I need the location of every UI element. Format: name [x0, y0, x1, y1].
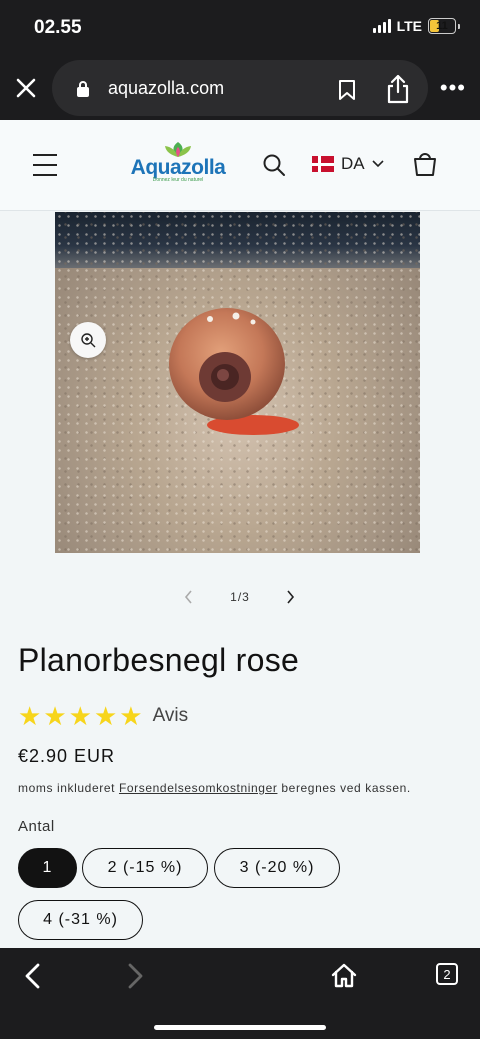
chevron-down-icon — [372, 160, 384, 168]
product-rating[interactable]: ★ ★ ★ ★ ★ Avis — [18, 703, 188, 729]
shipping-costs-link[interactable]: Forsendelsesomkostninger — [119, 781, 277, 795]
gallery-counter: 1/3 — [230, 590, 250, 604]
web-page: Aquazolla Donnez leur du naturel DA 1/3 … — [0, 120, 480, 948]
tax-note: moms inkluderet Forsendelsesomkostninger… — [18, 781, 411, 795]
site-logo[interactable]: Aquazolla Donnez leur du naturel — [130, 142, 226, 186]
zoom-in-icon — [81, 333, 96, 348]
star-icon: ★ — [68, 701, 92, 731]
chevron-right-icon — [287, 590, 295, 604]
zoom-button[interactable] — [70, 322, 106, 358]
bookmark-icon[interactable] — [338, 79, 356, 106]
home-icon[interactable] — [331, 962, 357, 993]
tax-suffix: beregnes ved kassen. — [281, 781, 411, 795]
status-bar: 02.55 LTE 11 — [0, 0, 480, 56]
status-time: 02.55 — [34, 17, 82, 38]
star-icon: ★ — [93, 701, 118, 731]
lock-icon — [76, 80, 90, 103]
site-header: Aquazolla Donnez leur du naturel DA — [0, 120, 480, 211]
product-price: €2.90 EUR — [18, 746, 116, 766]
battery-icon: 11 — [428, 18, 456, 34]
network-type: LTE — [396, 18, 422, 34]
product-image[interactable] — [55, 212, 420, 553]
quantity-option-3[interactable]: 3 (-20 %) — [214, 848, 340, 888]
quantity-option-1[interactable]: 1 — [18, 848, 77, 888]
star-icon: ★ — [119, 701, 143, 731]
url-text: aquazolla.com — [108, 78, 225, 98]
url-field[interactable]: aquazolla.com — [52, 60, 428, 116]
gallery-pager: 1/3 — [0, 586, 480, 610]
battery-level: 11 — [436, 20, 448, 32]
language-code: DA — [341, 154, 365, 173]
menu-icon[interactable] — [33, 154, 57, 176]
product-title: Planorbesnegl rose — [18, 642, 300, 678]
back-icon[interactable] — [22, 962, 44, 995]
gallery-next-button[interactable] — [283, 586, 299, 613]
snail-illustration — [169, 308, 299, 435]
tax-prefix: moms inkluderet — [18, 781, 116, 795]
browser-toolbar: 2 — [0, 948, 480, 1039]
home-indicator — [154, 1025, 326, 1030]
denmark-flag-icon — [312, 156, 334, 172]
close-icon[interactable] — [14, 76, 38, 100]
search-icon[interactable] — [262, 153, 286, 182]
quantity-option-4[interactable]: 4 (-31 %) — [18, 900, 143, 940]
more-options-icon[interactable]: ••• — [440, 76, 466, 100]
logo-tagline: Donnez leur du naturel — [152, 177, 204, 183]
star-icon: ★ — [18, 701, 42, 731]
cart-icon[interactable] — [412, 152, 438, 183]
star-icon: ★ — [43, 701, 67, 731]
forward-icon[interactable] — [124, 962, 146, 995]
language-selector[interactable]: DA — [312, 154, 384, 174]
status-indicators: LTE 11 — [372, 18, 460, 34]
tabs-button[interactable]: 2 — [436, 963, 458, 985]
cellular-signal-icon — [372, 19, 391, 33]
share-icon[interactable] — [386, 74, 410, 109]
quantity-option-2[interactable]: 2 (-15 %) — [82, 848, 208, 888]
reviews-link[interactable]: Avis — [153, 705, 189, 727]
browser-address-bar: aquazolla.com ••• — [0, 56, 480, 120]
quantity-label: Antal — [18, 818, 55, 835]
